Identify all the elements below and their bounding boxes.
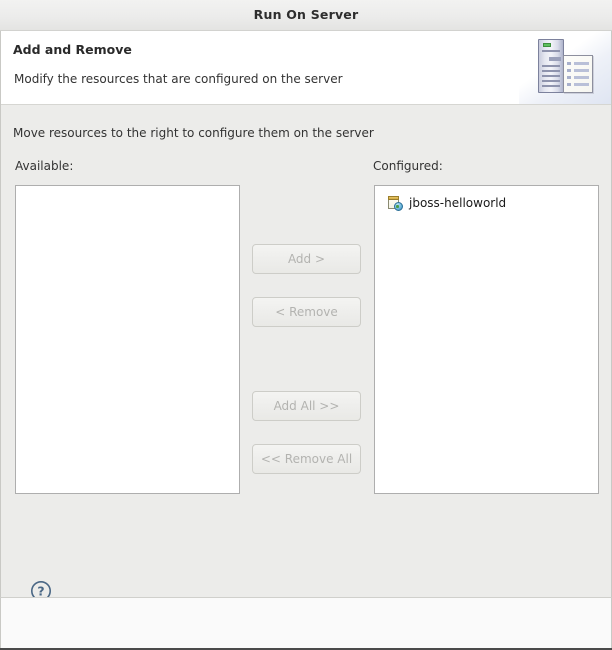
available-label: Available: — [15, 159, 74, 173]
server-led-icon — [543, 43, 551, 47]
available-resources-list[interactable] — [15, 185, 240, 494]
server-tower-icon — [538, 39, 564, 93]
window-bottom-strip — [0, 597, 612, 649]
run-on-server-dialog-window: Run On Server Add and Remove Modify the … — [0, 0, 612, 650]
add-button[interactable]: Add > — [252, 244, 361, 274]
list-item-label: jboss-helloworld — [409, 196, 507, 210]
server-document-banner-icon — [519, 31, 611, 104]
list-item[interactable]: jboss-helloworld — [375, 193, 598, 213]
remove-button[interactable]: < Remove — [252, 297, 361, 327]
document-page-icon — [563, 55, 593, 93]
configured-label: Configured: — [373, 159, 443, 173]
add-all-button[interactable]: Add All >> — [252, 391, 361, 421]
remove-all-button[interactable]: << Remove All — [252, 444, 361, 474]
wizard-page-title: Add and Remove — [13, 42, 132, 57]
configured-resources-list[interactable]: jboss-helloworld — [374, 185, 599, 494]
wizard-page-description: Modify the resources that are configured… — [14, 72, 343, 86]
server-slot-icon — [549, 57, 561, 61]
dialog-title: Run On Server — [253, 7, 359, 22]
dialog-body: Add and Remove Modify the resources that… — [0, 31, 612, 601]
dialog-button-bar: ? < Back Next > Cancel Finish — [1, 528, 611, 601]
jar-module-globe-icon — [387, 195, 403, 211]
instruction-text: Move resources to the right to configure… — [13, 126, 374, 140]
wizard-header: Add and Remove Modify the resources that… — [1, 31, 611, 105]
dialog-titlebar: Run On Server — [0, 0, 612, 31]
